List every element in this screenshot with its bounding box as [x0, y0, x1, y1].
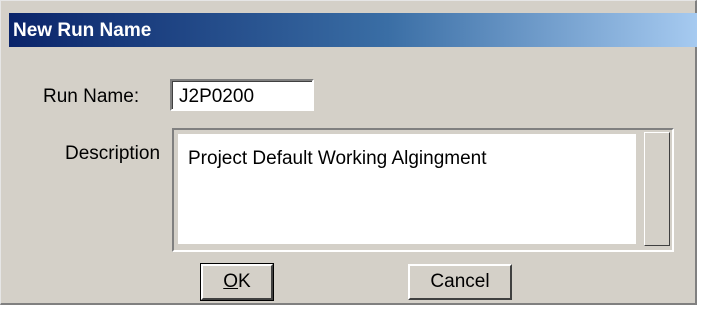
- run-name-input[interactable]: [170, 79, 314, 111]
- description-field: Project Default Working Algingment: [172, 128, 674, 252]
- description-label: Description: [65, 143, 161, 164]
- ok-access-key: O: [223, 271, 239, 292]
- run-name-label: Run Name:: [43, 86, 140, 107]
- ok-button[interactable]: OK: [200, 263, 274, 301]
- ok-label-rest: K: [238, 271, 251, 292]
- description-textarea[interactable]: Project Default Working Algingment: [176, 132, 638, 246]
- title-bar[interactable]: New Run Name: [9, 13, 697, 47]
- cancel-button[interactable]: Cancel: [408, 264, 512, 300]
- window-title: New Run Name: [13, 20, 152, 41]
- description-scrollbar[interactable]: [644, 132, 670, 246]
- new-run-name-dialog: New Run Name Run Name: Description Proje…: [0, 0, 697, 305]
